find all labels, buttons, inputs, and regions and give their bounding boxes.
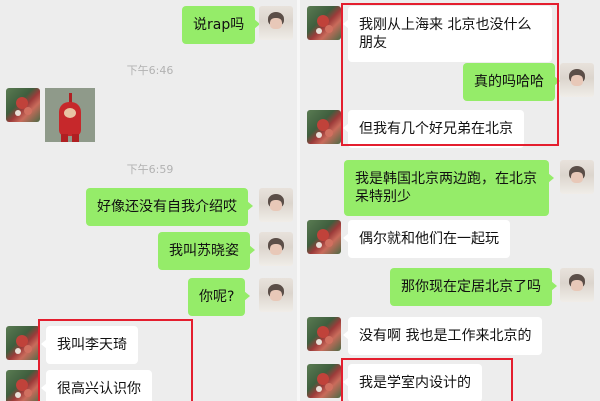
right-chat-panel: 我刚从上海来 北京也没什么朋友 真的吗哈哈 但我有几个好兄弟在北京 我是韩国北京… bbox=[299, 0, 600, 401]
timestamp: 下午6:59 bbox=[126, 163, 174, 176]
flower-avatar[interactable] bbox=[307, 220, 341, 254]
message-bubble-sent[interactable]: 说rap吗 bbox=[182, 6, 261, 44]
person-avatar[interactable] bbox=[560, 268, 594, 302]
flower-avatar[interactable] bbox=[307, 110, 341, 144]
message-bubble-sent[interactable]: 你呢? bbox=[188, 278, 251, 316]
teletubby-sticker[interactable] bbox=[45, 88, 95, 142]
person-avatar[interactable] bbox=[259, 188, 293, 222]
person-avatar[interactable] bbox=[560, 63, 594, 97]
flower-avatar[interactable] bbox=[6, 370, 40, 401]
flower-avatar[interactable] bbox=[307, 6, 341, 40]
sticker-leg bbox=[72, 134, 79, 142]
message-bubble-sent[interactable]: 我叫苏晓姿 bbox=[158, 232, 255, 270]
highlight-box bbox=[38, 319, 193, 401]
sticker-leg bbox=[61, 134, 68, 142]
flower-avatar[interactable] bbox=[307, 317, 341, 351]
left-chat-panel: 说rap吗 下午6:46 下午6:59 好像还没有自我介绍哎 我叫苏晓姿 你呢?… bbox=[0, 0, 299, 401]
timestamp: 下午6:46 bbox=[126, 64, 174, 77]
person-avatar[interactable] bbox=[259, 278, 293, 312]
flower-avatar[interactable] bbox=[6, 88, 40, 122]
message-bubble-received[interactable]: 偶尔就和他们在一起玩 bbox=[343, 220, 510, 258]
message-bubble-sent[interactable]: 我是韩国北京两边跑，在北京呆特别少 bbox=[344, 160, 554, 216]
person-avatar[interactable] bbox=[560, 160, 594, 194]
chat-screenshot: 说rap吗 下午6:46 下午6:59 好像还没有自我介绍哎 我叫苏晓姿 你呢?… bbox=[0, 0, 600, 401]
flower-avatar[interactable] bbox=[6, 326, 40, 360]
highlight-box bbox=[341, 3, 559, 146]
highlight-box bbox=[341, 358, 513, 401]
person-avatar[interactable] bbox=[259, 232, 293, 266]
flower-avatar[interactable] bbox=[307, 364, 341, 398]
message-bubble-sent[interactable]: 好像还没有自我介绍哎 bbox=[86, 188, 253, 226]
person-avatar[interactable] bbox=[259, 6, 293, 40]
sticker-face bbox=[64, 108, 76, 118]
message-bubble-sent[interactable]: 那你现在定居北京了吗 bbox=[390, 268, 557, 306]
message-bubble-received[interactable]: 没有啊 我也是工作来北京的 bbox=[342, 317, 543, 355]
